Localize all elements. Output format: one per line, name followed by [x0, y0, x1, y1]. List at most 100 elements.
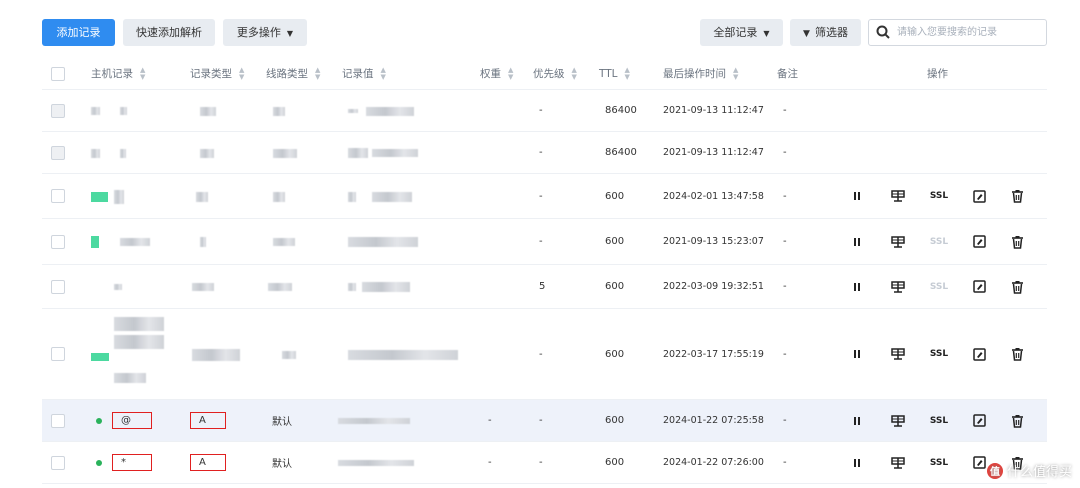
load-balance-icon[interactable]	[889, 187, 907, 205]
updated-value: 2024-01-22 07:25:58	[663, 415, 764, 426]
priority-value: 5	[539, 281, 546, 292]
select-all-checkbox[interactable]	[51, 66, 65, 81]
blurred-text	[114, 373, 146, 383]
filter-button[interactable]: ▼ 筛选器	[790, 19, 861, 46]
col-type-label: 记录类型	[190, 68, 232, 80]
priority-value: -	[539, 190, 543, 202]
search-input[interactable]: 请输入您要搜索的记录	[868, 19, 1047, 46]
more-actions-label: 更多操作	[236, 26, 281, 39]
delete-icon[interactable]	[1008, 233, 1026, 251]
load-balance-icon[interactable]	[889, 454, 907, 472]
line-value: 默认	[272, 459, 292, 470]
blurred-text	[120, 107, 127, 115]
col-host[interactable]: 主机记录 ▲ ▼	[91, 58, 145, 89]
edit-icon[interactable]	[970, 278, 988, 296]
delete-icon[interactable]	[1008, 345, 1026, 363]
delete-icon[interactable]	[1008, 187, 1026, 205]
toolbar: 添加记录 快速添加解析 更多操作 ▼ 全部记录 ▼ ▼ 筛选器 请输入您要搜索的记录	[42, 19, 1047, 47]
sort-icon: ▲ ▼	[315, 65, 321, 81]
edit-icon[interactable]	[970, 454, 988, 472]
ttl-value: 86400	[605, 105, 637, 116]
sort-icon: ▲ ▼	[733, 65, 739, 81]
pause-icon[interactable]	[848, 187, 866, 205]
add-record-button[interactable]: 添加记录	[42, 19, 115, 46]
col-ttl[interactable]: TTL ▲ ▼	[599, 58, 630, 89]
remark-value: -	[783, 236, 787, 247]
blurred-text	[192, 348, 240, 361]
blurred-text	[91, 107, 100, 115]
priority-value: -	[539, 105, 543, 116]
blurred-text	[273, 238, 295, 246]
col-type[interactable]: 记录类型 ▲ ▼	[190, 58, 244, 89]
ssl-button[interactable]: SSL	[928, 233, 950, 251]
col-weight-label: 权重	[480, 68, 501, 80]
row-checkbox[interactable]	[51, 279, 65, 294]
updated-value: 2021-09-13 15:23:07	[663, 236, 764, 247]
remark-value: -	[783, 190, 787, 202]
pause-icon[interactable]	[848, 412, 866, 430]
updated-value: 2022-03-09 19:32:51	[663, 281, 764, 292]
table-row: - 86400 2021-09-13 11:12:47 -	[42, 90, 1047, 132]
col-ttl-label: TTL	[599, 67, 618, 80]
col-value-label: 记录值	[342, 68, 374, 80]
row-checkbox[interactable]	[51, 347, 65, 361]
ssl-button[interactable]: SSL	[928, 345, 950, 363]
row-checkbox[interactable]	[51, 103, 65, 118]
col-updated[interactable]: 最后操作时间 ▲ ▼	[663, 58, 738, 89]
col-actions-label: 操作	[927, 68, 948, 80]
row-checkbox[interactable]	[51, 145, 65, 160]
ttl-value: 600	[605, 348, 625, 360]
ssl-button[interactable]: SSL	[928, 278, 950, 296]
sort-icon: ▲ ▼	[571, 65, 577, 81]
delete-icon[interactable]	[1008, 278, 1026, 296]
col-weight[interactable]: 权重 ▲ ▼	[480, 58, 513, 89]
blurred-text	[348, 237, 418, 247]
blurred-text	[348, 191, 356, 202]
search-placeholder: 请输入您要搜索的记录	[897, 27, 997, 38]
col-priority[interactable]: 优先级 ▲ ▼	[533, 58, 577, 89]
load-balance-icon[interactable]	[889, 412, 907, 430]
row-checkbox[interactable]	[51, 455, 65, 470]
ssl-button[interactable]: SSL	[928, 454, 950, 472]
filter-label: 筛选器	[814, 26, 848, 39]
blurred-text	[91, 148, 100, 158]
load-balance-icon[interactable]	[889, 345, 907, 363]
load-balance-icon[interactable]	[889, 278, 907, 296]
ssl-button[interactable]: SSL	[928, 412, 950, 430]
edit-icon[interactable]	[970, 233, 988, 251]
blurred-text	[200, 106, 216, 116]
edit-icon[interactable]	[970, 412, 988, 430]
col-value[interactable]: 记录值 ▲ ▼	[342, 58, 386, 89]
host-value[interactable]: @	[112, 412, 152, 429]
blurred-text	[348, 283, 356, 291]
more-actions-button[interactable]: 更多操作 ▼	[223, 19, 307, 46]
row-checkbox[interactable]	[51, 234, 65, 249]
col-line[interactable]: 线路类型 ▲ ▼	[266, 58, 320, 89]
ttl-value: 600	[605, 236, 625, 247]
ttl-value: 86400	[605, 147, 637, 158]
host-value[interactable]: *	[112, 454, 152, 471]
delete-icon[interactable]	[1008, 412, 1026, 430]
load-balance-icon[interactable]	[889, 233, 907, 251]
col-remark: 备注	[777, 58, 798, 89]
updated-value: 2024-02-01 13:47:58	[663, 190, 764, 202]
type-value: A	[190, 412, 226, 429]
quick-add-button[interactable]: 快速添加解析	[123, 19, 215, 46]
row-checkbox[interactable]	[51, 189, 65, 203]
watermark-badge: 值	[986, 462, 1003, 479]
ssl-button[interactable]: SSL	[928, 187, 950, 205]
edit-icon[interactable]	[970, 345, 988, 363]
table-row: - 600 2021-09-13 15:23:07 - SSL	[42, 219, 1047, 265]
pause-icon[interactable]	[848, 233, 866, 251]
pause-icon[interactable]	[848, 454, 866, 472]
pause-icon[interactable]	[848, 345, 866, 363]
updated-value: 2024-01-22 07:26:00	[663, 457, 764, 468]
row-checkbox[interactable]	[51, 413, 65, 428]
pause-icon[interactable]	[848, 278, 866, 296]
edit-icon[interactable]	[970, 187, 988, 205]
sort-icon: ▲ ▼	[140, 65, 146, 81]
search-icon	[876, 25, 890, 42]
updated-value: 2022-03-17 17:55:19	[663, 348, 764, 360]
blurred-record-value	[338, 460, 414, 466]
all-records-dropdown[interactable]: 全部记录 ▼	[700, 19, 783, 46]
